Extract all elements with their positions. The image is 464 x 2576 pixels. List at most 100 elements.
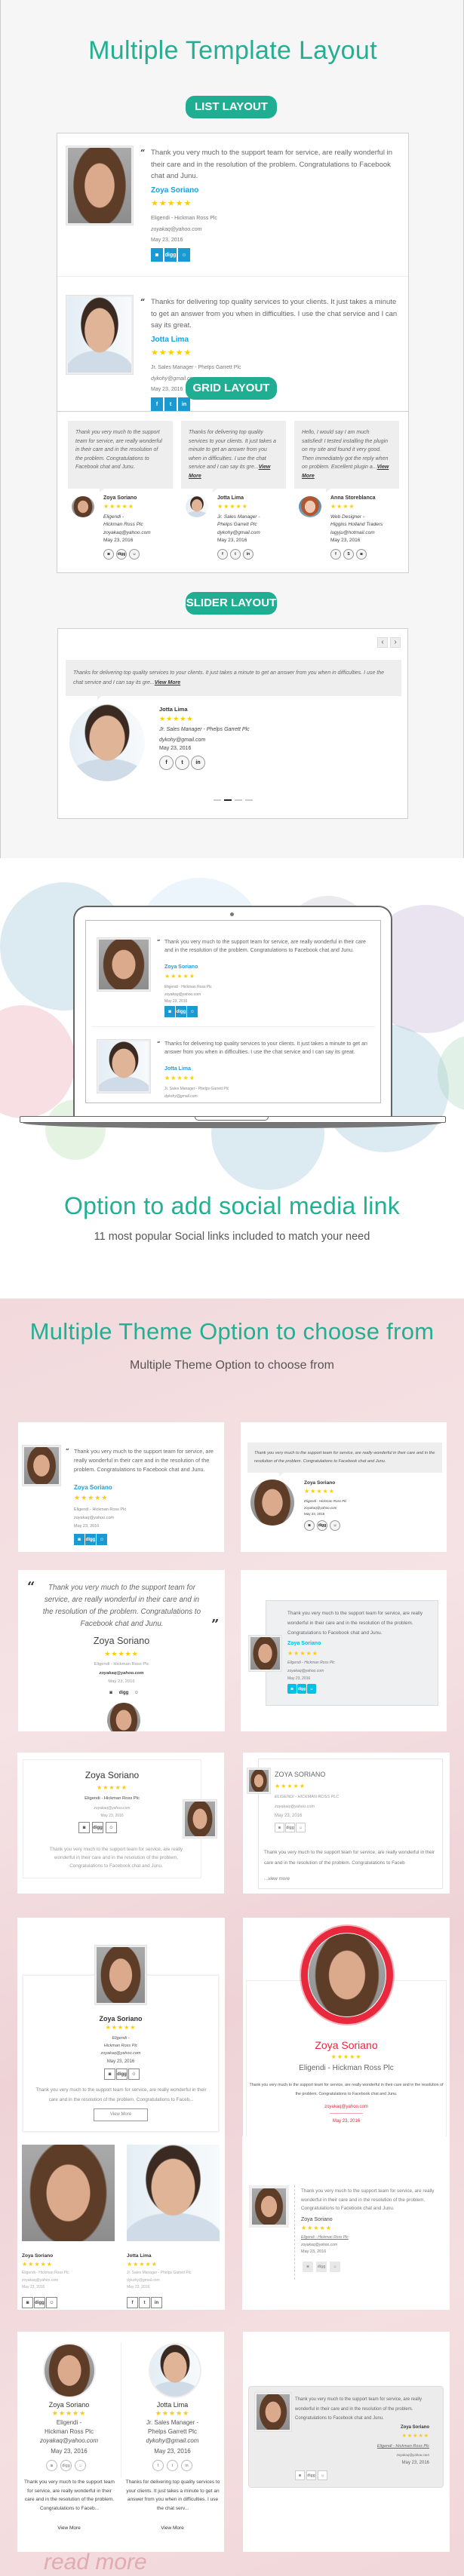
- instagram-icon[interactable]: ◙: [74, 1534, 85, 1545]
- digg-icon[interactable]: digg: [34, 2297, 45, 2308]
- instagram-icon[interactable]: ◙: [303, 2262, 313, 2272]
- facebook-icon[interactable]: f: [159, 756, 174, 770]
- reddit-icon[interactable]: ☺: [75, 2460, 86, 2471]
- theme-card-10[interactable]: Thank you very much to the support team …: [242, 2136, 450, 2310]
- facebook-icon[interactable]: f: [217, 549, 228, 560]
- testimonial-text: Thanks for delivering top quality servic…: [125, 2479, 220, 2512]
- twitter-icon[interactable]: t: [164, 397, 177, 411]
- instagram-icon[interactable]: ◙: [304, 1520, 315, 1531]
- digg-icon[interactable]: digg: [285, 1823, 295, 1832]
- slider-dot[interactable]: [245, 799, 253, 801]
- instagram-icon[interactable]: ◙: [287, 1684, 297, 1694]
- star-icon: ★: [145, 2261, 152, 2268]
- digg-icon[interactable]: digg: [92, 1822, 103, 1833]
- slider-layout-button[interactable]: SLIDER LAYOUT: [186, 592, 277, 615]
- digg-icon[interactable]: digg: [85, 1534, 96, 1545]
- facebook-icon[interactable]: f: [152, 2460, 164, 2471]
- theme-card-3[interactable]: “ ” Thank you very much to the support t…: [18, 1570, 225, 1731]
- slider-prev-button[interactable]: ‹: [377, 637, 388, 648]
- reddit-icon[interactable]: ☺: [128, 2068, 140, 2080]
- instagram-icon[interactable]: ◙: [151, 248, 163, 262]
- instagram-icon[interactable]: ◙: [78, 1822, 90, 1833]
- reddit-icon[interactable]: ☺: [307, 1684, 316, 1694]
- view-more-button[interactable]: View More: [94, 2108, 148, 2121]
- theme-card-1[interactable]: “ Thank you very much to the support tea…: [18, 1422, 224, 1552]
- instagram-icon[interactable]: ◙: [106, 1688, 116, 1697]
- view-more-link[interactable]: View More: [17, 2525, 121, 2531]
- instagram-icon[interactable]: ◙: [164, 1006, 175, 1017]
- linkedin-icon[interactable]: in: [191, 756, 205, 770]
- twitter-icon[interactable]: t: [139, 2297, 150, 2308]
- instagram-icon[interactable]: ◙: [22, 2297, 33, 2308]
- slider-dot[interactable]: [214, 799, 221, 801]
- digg-icon[interactable]: digg: [116, 2068, 128, 2080]
- star-icon: ★: [343, 2053, 350, 2060]
- digg-icon[interactable]: digg: [164, 248, 177, 262]
- author-email: dykohy@gmail.com: [217, 530, 260, 535]
- theme-card-2[interactable]: Thank you very much to the support team …: [241, 1422, 447, 1552]
- grid-layout-button[interactable]: GRID LAYOUT: [186, 377, 277, 400]
- star-icon: ★: [158, 348, 167, 357]
- digg-icon[interactable]: digg: [316, 2262, 327, 2272]
- reddit-icon[interactable]: ☺: [131, 1688, 142, 1697]
- slider-next-button[interactable]: ›: [390, 637, 401, 648]
- reddit-icon[interactable]: ☺: [106, 1822, 117, 1833]
- reddit-icon[interactable]: ☺: [318, 2470, 327, 2480]
- linkedin-icon[interactable]: in: [151, 2297, 162, 2308]
- view-more-link[interactable]: ...view more: [264, 1876, 290, 1881]
- star-icon: ★: [51, 2409, 59, 2417]
- theme-card-8[interactable]: Zoya Soriano ★★★★★ Eligendi - Hickman Ro…: [243, 1918, 450, 2170]
- list-layout-button[interactable]: LIST LAYOUT: [186, 96, 277, 118]
- theme-card-4[interactable]: Thank you very much to the support team …: [241, 1570, 447, 1731]
- twitter-icon[interactable]: t: [175, 756, 189, 770]
- digg-icon[interactable]: digg: [297, 1684, 306, 1694]
- theme-card-7[interactable]: Zoya Soriano ★★★★★ Eligendi - Hickman Ros…: [17, 1918, 225, 2170]
- testimonial-text: Thanks for delivering top quality servic…: [164, 1041, 367, 1055]
- skype-icon[interactable]: S: [343, 549, 354, 560]
- reddit-icon[interactable]: ☺: [46, 2297, 57, 2308]
- digg-icon[interactable]: digg: [317, 1520, 327, 1531]
- view-more-link[interactable]: View More: [121, 2525, 224, 2531]
- reddit-icon[interactable]: ☺: [330, 2262, 340, 2272]
- digg-icon[interactable]: digg: [60, 2460, 72, 2471]
- instagram-icon[interactable]: ◙: [356, 549, 367, 560]
- reddit-icon[interactable]: ☺: [187, 1006, 198, 1017]
- theme-card-12[interactable]: Thank you very much to the support team …: [243, 2332, 450, 2552]
- facebook-icon[interactable]: f: [330, 549, 341, 560]
- reddit-icon[interactable]: ☺: [296, 1823, 306, 1832]
- star-icon: ★: [109, 1784, 115, 1791]
- theme-card-6[interactable]: ZOYA SORIANO ★★★★★ ELIGENDI - HICKMAN RO…: [243, 1753, 450, 1894]
- twitter-icon[interactable]: t: [167, 2460, 178, 2471]
- facebook-icon[interactable]: f: [127, 2297, 138, 2308]
- twitter-icon[interactable]: t: [230, 549, 241, 560]
- digg-icon[interactable]: digg: [118, 1688, 129, 1697]
- facebook-icon[interactable]: f: [151, 397, 163, 411]
- slider-dot[interactable]: [235, 799, 242, 801]
- theme-card-5[interactable]: Zoya Soriano ★★★★★ Eligendi - Hickman Ro…: [17, 1753, 224, 1894]
- linkedin-icon[interactable]: in: [178, 397, 190, 411]
- instagram-icon[interactable]: ◙: [295, 2470, 305, 2480]
- theme-card-9[interactable]: Zoya Soriano ★★★★★ Eligendi - Hickman Ro…: [17, 2136, 225, 2310]
- section-subtitle: 11 most popular Social links included to…: [94, 1231, 370, 1243]
- digg-icon[interactable]: digg: [176, 1006, 186, 1017]
- digg-icon[interactable]: digg: [116, 549, 127, 560]
- instagram-icon[interactable]: ◙: [104, 2068, 115, 2080]
- digg-icon[interactable]: digg: [306, 2470, 316, 2480]
- reddit-icon[interactable]: ☺: [97, 1534, 107, 1545]
- avatar: [72, 496, 94, 517]
- linkedin-icon[interactable]: in: [181, 2460, 192, 2471]
- linkedin-icon[interactable]: in: [243, 549, 254, 560]
- theme-card-11[interactable]: Zoya Soriano ★★★★★ Eligendi - Hickman Ros…: [17, 2332, 224, 2552]
- reddit-icon[interactable]: ☺: [129, 549, 140, 560]
- instagram-icon[interactable]: ◙: [275, 1823, 284, 1832]
- view-more-link[interactable]: View More: [155, 680, 180, 685]
- slider-dot[interactable]: [224, 799, 232, 801]
- reddit-icon[interactable]: ☺: [330, 1520, 340, 1531]
- star-icon: ★: [173, 715, 180, 722]
- star-icon: ★: [131, 1650, 139, 1658]
- instagram-icon[interactable]: ◙: [46, 2460, 57, 2471]
- avatar: [183, 1800, 217, 1838]
- reddit-icon[interactable]: ☺: [178, 248, 190, 262]
- testimonial-text: Thank you very much to the support team …: [295, 2397, 423, 2421]
- instagram-icon[interactable]: ◙: [103, 549, 114, 560]
